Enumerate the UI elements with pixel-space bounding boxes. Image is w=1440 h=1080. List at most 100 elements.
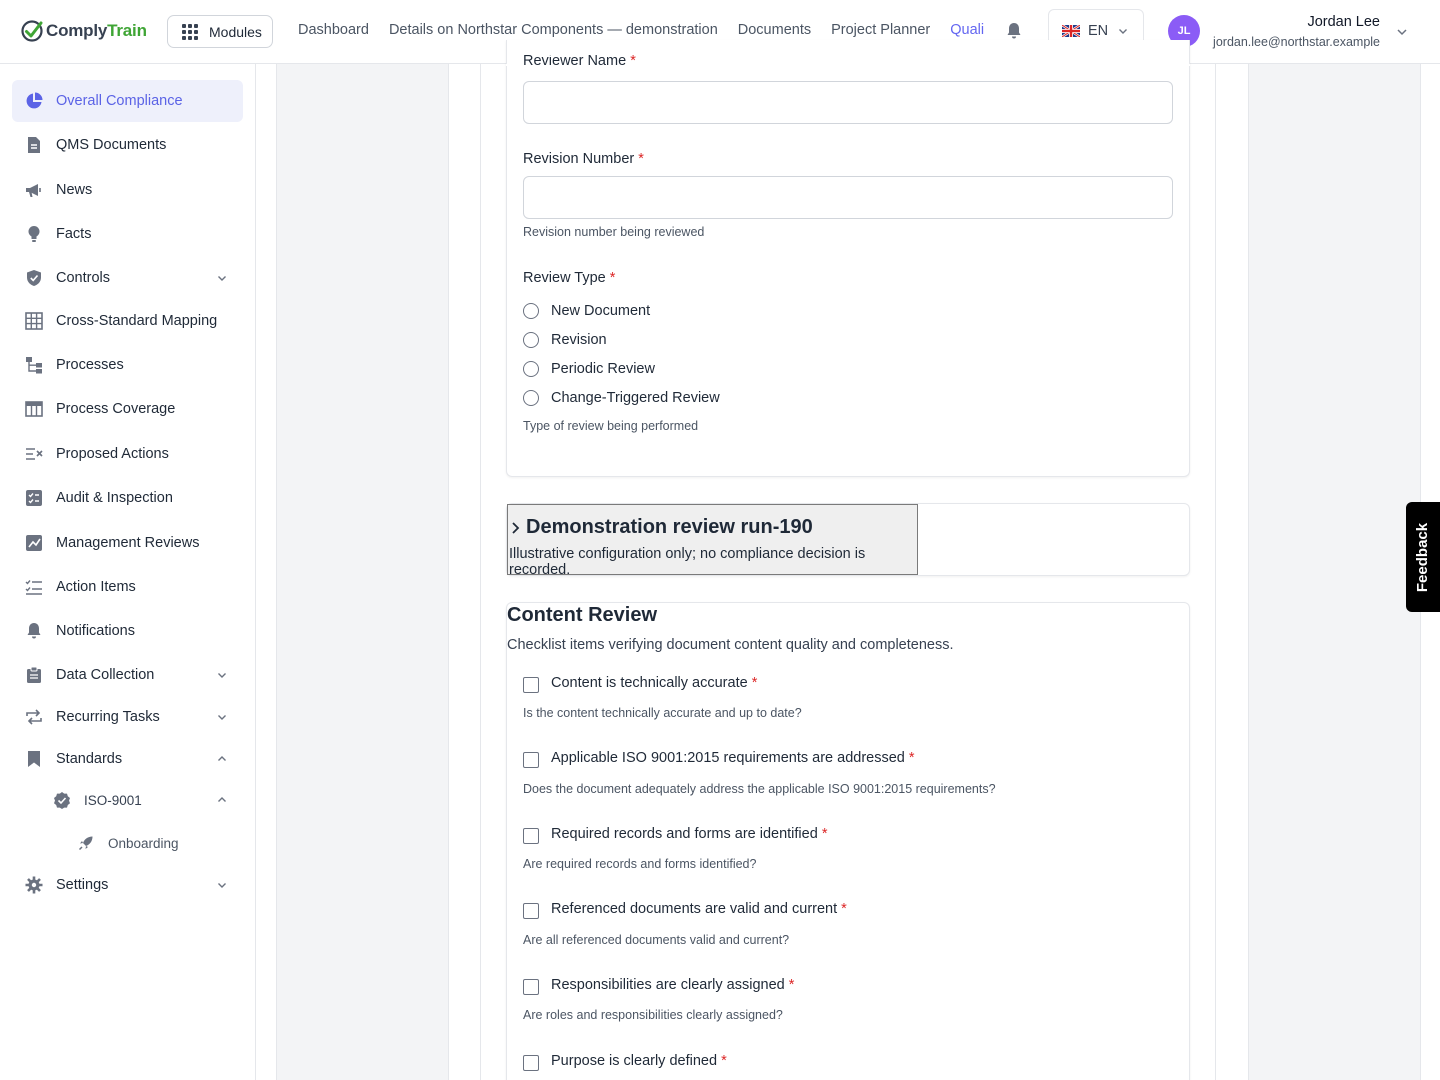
- gear-icon: [25, 876, 43, 894]
- required-indicator: *: [638, 151, 644, 167]
- process-tree-icon: [25, 356, 43, 374]
- repeat-icon: [25, 708, 43, 726]
- review-type-option-new-document[interactable]: New Document: [523, 303, 650, 319]
- demonstration-subtitle: Illustrative configuration only; no comp…: [509, 546, 866, 578]
- sidebar-item-cross-standard-mapping[interactable]: Cross-Standard Mapping: [12, 300, 243, 342]
- sidebar-item-action-items[interactable]: Action Items: [12, 566, 243, 608]
- sidebar-item-news[interactable]: News: [12, 169, 243, 211]
- page-background-left: [276, 64, 448, 1080]
- modules-button[interactable]: Modules: [167, 15, 273, 48]
- bell-icon: [25, 622, 43, 640]
- nav-link-project-planner[interactable]: Project Planner: [831, 22, 930, 38]
- radio-button[interactable]: [523, 390, 539, 406]
- sidebar-item-controls[interactable]: Controls: [12, 257, 243, 299]
- sidebar-item-overall-compliance[interactable]: Overall Compliance: [12, 80, 243, 122]
- sidebar-item-label: Action Items: [56, 579, 136, 595]
- checklist-item-help: Is the content technically accurate and …: [523, 706, 802, 720]
- feedback-tab[interactable]: Feedback: [1406, 502, 1440, 612]
- sidebar-item-label: Process Coverage: [56, 401, 176, 417]
- verified-badge-icon: [53, 791, 71, 809]
- chevron-up-icon: [218, 756, 226, 761]
- sidebar-item-label: Audit & Inspection: [56, 490, 173, 506]
- page-background-right: [1249, 64, 1420, 1080]
- review-type-option-revision[interactable]: Revision: [523, 332, 607, 348]
- app-logo[interactable]: ComplyTrain: [20, 18, 147, 44]
- sidebar-item-settings[interactable]: Settings: [12, 864, 243, 906]
- sidebar-item-label: ISO-9001: [84, 792, 142, 808]
- checklist-item-label: Referenced documents are valid and curre…: [551, 901, 847, 917]
- audit-checklist-icon: [25, 489, 43, 507]
- sidebar-item-notifications[interactable]: Notifications: [12, 610, 243, 652]
- rocket-icon: [77, 834, 95, 852]
- review-type-option-periodic-review[interactable]: Periodic Review: [523, 361, 655, 377]
- sidebar-item-management-reviews[interactable]: Management Reviews: [12, 522, 243, 564]
- nav-link-quali[interactable]: Quali: [950, 22, 984, 38]
- checklist-item[interactable]: Responsibilities are clearly assigned *: [523, 975, 794, 995]
- sidebar-item-recurring-tasks[interactable]: Recurring Tasks: [12, 696, 243, 738]
- reviewer-name-input[interactable]: [523, 81, 1173, 124]
- checklist-item-label: Required records and forms are identifie…: [551, 826, 828, 842]
- sidebar-item-processes[interactable]: Processes: [12, 344, 243, 386]
- checklist-item[interactable]: Content is technically accurate *: [523, 673, 757, 693]
- uk-flag-icon: [1062, 25, 1080, 37]
- checklist-item-help: Are roles and responsibilities clearly a…: [523, 1008, 783, 1022]
- sidebar-item-proposed-actions[interactable]: Proposed Actions: [12, 433, 243, 475]
- checkbox[interactable]: [523, 1055, 539, 1071]
- sidebar-item-process-coverage[interactable]: Process Coverage: [12, 388, 243, 430]
- nav-link-documents[interactable]: Documents: [738, 22, 811, 38]
- checkbox[interactable]: [523, 979, 539, 995]
- checklist-item[interactable]: Purpose is clearly defined *: [523, 1051, 727, 1071]
- sidebar-item-audit-inspection[interactable]: Audit & Inspection: [12, 477, 243, 519]
- radio-label: Periodic Review: [551, 361, 655, 377]
- demonstration-details-toggle[interactable]: Demonstration review run-190 Illustrativ…: [507, 504, 918, 578]
- sidebar-item-label: Cross-Standard Mapping: [56, 313, 218, 329]
- checklist-item-label: Applicable ISO 9001:2015 requirements ar…: [551, 750, 915, 766]
- sidebar-item-label: Controls: [56, 270, 110, 286]
- sidebar-item-label: Onboarding: [108, 835, 179, 851]
- main-gutter: [256, 64, 276, 1080]
- sidebar-item-label: Standards: [56, 751, 123, 767]
- checkbox[interactable]: [523, 752, 539, 768]
- sidebar-item-standards[interactable]: Standards: [12, 738, 243, 780]
- review-type-option-change-triggered[interactable]: Change-Triggered Review: [523, 390, 720, 406]
- radio-button[interactable]: [523, 361, 539, 377]
- chevron-down-icon: [218, 276, 226, 281]
- checkbox[interactable]: [523, 828, 539, 844]
- nav-link-details[interactable]: Details on Northstar Components — demons…: [389, 22, 718, 38]
- sidebar-item-onboarding[interactable]: Onboarding: [12, 822, 243, 864]
- logo-text: ComplyTrain: [46, 21, 147, 40]
- sidebar-item-label: Data Collection: [56, 667, 155, 683]
- checkbox[interactable]: [523, 903, 539, 919]
- user-email: jordan.lee@northstar.example: [1213, 35, 1380, 49]
- checklist-icon: [25, 578, 43, 596]
- radio-button[interactable]: [523, 303, 539, 319]
- radio-button[interactable]: [523, 332, 539, 348]
- checklist-item-help: Are all referenced documents valid and c…: [523, 933, 790, 947]
- checklist-item-label: Responsibilities are clearly assigned *: [551, 977, 795, 993]
- checklist-item[interactable]: Referenced documents are valid and curre…: [523, 899, 847, 919]
- reviewer-name-label: Reviewer Name *: [523, 55, 636, 65]
- table-icon: [25, 400, 43, 418]
- revision-number-input[interactable]: [523, 176, 1173, 219]
- clipboard-icon: [25, 666, 43, 684]
- sidebar: Overall Compliance QMS Documents News Fa…: [0, 64, 256, 1080]
- checklist-item[interactable]: Required records and forms are identifie…: [523, 824, 827, 844]
- checklist-item[interactable]: Applicable ISO 9001:2015 requirements ar…: [523, 748, 915, 768]
- sidebar-item-iso-9001[interactable]: ISO-9001: [12, 779, 243, 821]
- apps-grid-icon: [182, 23, 198, 40]
- chevron-down-icon: [1119, 29, 1128, 34]
- user-menu-chevron-icon[interactable]: [1396, 26, 1408, 38]
- chevron-up-icon: [218, 797, 226, 802]
- notification-bell-icon[interactable]: [1006, 22, 1022, 40]
- checkbox[interactable]: [523, 677, 539, 693]
- sidebar-item-qms-documents[interactable]: QMS Documents: [12, 124, 243, 166]
- nav-link-dashboard[interactable]: Dashboard: [298, 22, 369, 38]
- sidebar-item-data-collection[interactable]: Data Collection: [12, 654, 243, 696]
- chevron-down-icon: [218, 673, 226, 678]
- bookmark-icon: [25, 750, 43, 768]
- table-grid-icon: [25, 312, 43, 330]
- feedback-label: Feedback: [1414, 522, 1432, 592]
- sidebar-item-facts[interactable]: Facts: [12, 213, 243, 255]
- sidebar-item-label: Recurring Tasks: [56, 709, 160, 725]
- checklist-item-label: Content is technically accurate *: [551, 675, 758, 691]
